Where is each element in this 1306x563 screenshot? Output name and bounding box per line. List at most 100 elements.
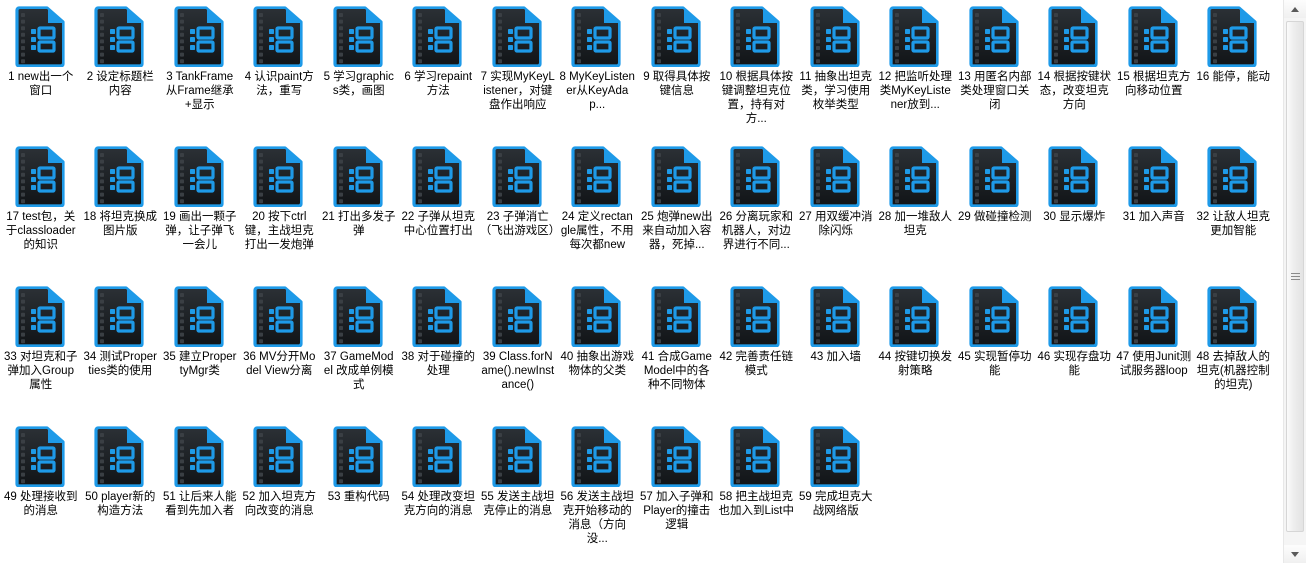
file-item[interactable]: 35 建立PropertyMgr类 xyxy=(160,280,240,420)
file-item[interactable]: 40 抽象出游戏物体的父类 xyxy=(558,280,638,420)
video-file-icon xyxy=(651,285,703,347)
file-item[interactable]: 48 去掉敌人的坦克(机器控制的坦克) xyxy=(1194,280,1274,420)
video-file-icon xyxy=(1048,285,1100,347)
file-item[interactable]: 23 子弹消亡（飞出游戏区） xyxy=(478,140,558,280)
file-name-label: 48 去掉敌人的坦克(机器控制的坦克) xyxy=(1196,351,1271,391)
file-item[interactable]: 17 test包，关于classloader的知识 xyxy=(1,140,81,280)
file-item[interactable]: 46 实现存盘功能 xyxy=(1035,280,1115,420)
file-item[interactable]: 47 使用Junit测试服务器loop xyxy=(1114,280,1194,420)
file-item[interactable]: 10 根据具体按键调整坦克位置，持有对方... xyxy=(717,0,797,140)
file-item[interactable]: 31 加入声音 xyxy=(1114,140,1194,280)
video-file-icon xyxy=(333,145,385,207)
video-file-icon xyxy=(492,425,544,487)
file-item[interactable]: 21 打出多发子弹 xyxy=(319,140,399,280)
file-item[interactable]: 32 让敌人坦克更加智能 xyxy=(1194,140,1274,280)
file-item[interactable]: 56 发送主战坦克开始移动的消息（方向没... xyxy=(558,420,638,560)
file-item[interactable]: 5 学习graphics类，画图 xyxy=(319,0,399,140)
file-item[interactable]: 6 学习repaint方法 xyxy=(399,0,479,140)
file-item[interactable]: 26 分离玩家和机器人，对边界进行不同... xyxy=(717,140,797,280)
file-item[interactable]: 8 MyKeyListener从KeyAdap... xyxy=(558,0,638,140)
file-name-label: 39 Class.forName().newInstance() xyxy=(481,351,555,391)
scroll-down-button[interactable] xyxy=(1284,545,1306,563)
file-item[interactable]: 57 加入子弹和Player的撞击逻辑 xyxy=(637,420,717,560)
video-file-icon xyxy=(492,145,544,207)
file-item[interactable]: 22 子弹从坦克中心位置打出 xyxy=(399,140,479,280)
file-item[interactable]: 15 根据坦克方向移动位置 xyxy=(1114,0,1194,140)
file-item[interactable]: 30 显示爆炸 xyxy=(1035,140,1115,280)
video-file-icon xyxy=(810,425,862,487)
file-item[interactable]: 12 把监听处理类MyKeyListener放到... xyxy=(876,0,956,140)
video-file-icon xyxy=(253,5,305,67)
file-item[interactable]: 58 把主战坦克也加入到List中 xyxy=(717,420,797,560)
file-name-label: 2 设定标题栏内容 xyxy=(86,71,154,97)
video-file-icon xyxy=(253,425,305,487)
file-name-label: 25 炮弹new出来自动加入容器，死掉... xyxy=(640,211,713,251)
file-item[interactable]: 55 发送主战坦克停止的消息 xyxy=(478,420,558,560)
file-item[interactable]: 36 MV分开Model View分离 xyxy=(240,280,320,420)
file-item[interactable]: 4 认识paint方法，重写 xyxy=(240,0,320,140)
file-item[interactable]: 49 处理接收到的消息 xyxy=(1,420,81,560)
vertical-scrollbar[interactable] xyxy=(1283,0,1306,563)
file-name-label: 36 MV分开Model View分离 xyxy=(243,351,316,377)
video-file-icon xyxy=(810,145,862,207)
file-item[interactable]: 39 Class.forName().newInstance() xyxy=(478,280,558,420)
file-item[interactable]: 37 GameModel 改成单例模式 xyxy=(319,280,399,420)
file-icon-grid[interactable]: 1 new出一个窗口 2 设定标题栏内容 3 TankFrame从Frame继承+显… xyxy=(0,0,1283,563)
file-item[interactable]: 50 player新的构造方法 xyxy=(81,420,161,560)
file-item[interactable]: 2 设定标题栏内容 xyxy=(81,0,161,140)
file-item[interactable]: 7 实现MyKeyListener，对键盘作出响应 xyxy=(478,0,558,140)
video-file-icon xyxy=(15,5,67,67)
file-item[interactable]: 11 抽象出坦克类，学习使用枚举类型 xyxy=(796,0,876,140)
video-file-icon xyxy=(730,425,782,487)
file-name-label: 49 处理接收到的消息 xyxy=(4,491,78,517)
file-item[interactable]: 19 画出一颗子弹，让子弹飞一会儿 xyxy=(160,140,240,280)
video-file-icon xyxy=(730,145,782,207)
file-name-label: 46 实现存盘功能 xyxy=(1037,351,1112,377)
scrollbar-track[interactable] xyxy=(1284,18,1306,545)
video-file-icon xyxy=(571,425,623,487)
file-explorer-window: 1 new出一个窗口 2 设定标题栏内容 3 TankFrame从Frame继承+显… xyxy=(0,0,1306,563)
file-item[interactable]: 13 用匿名内部类处理窗口关闭 xyxy=(955,0,1035,140)
file-item[interactable]: 53 重构代码 xyxy=(319,420,399,560)
file-item[interactable]: 14 根据按键状态，改变坦克方向 xyxy=(1035,0,1115,140)
file-item[interactable]: 44 按键切换发射策略 xyxy=(876,280,956,420)
video-file-icon xyxy=(969,285,1021,347)
file-item[interactable]: 33 对坦克和子弹加入Group属性 xyxy=(1,280,81,420)
file-item[interactable]: 28 加一堆敌人坦克 xyxy=(876,140,956,280)
video-file-icon xyxy=(810,285,862,347)
file-item[interactable]: 59 完成坦克大战网络版 xyxy=(796,420,876,560)
file-item[interactable]: 41 合成GameModel中的各种不同物体 xyxy=(637,280,717,420)
file-item[interactable]: 43 加入墙 xyxy=(796,280,876,420)
file-item[interactable]: 45 实现暂停功能 xyxy=(955,280,1035,420)
file-item[interactable]: 18 将坦克换成图片版 xyxy=(81,140,161,280)
scroll-up-button[interactable] xyxy=(1284,0,1306,18)
file-item[interactable]: 20 按下ctrl键，主战坦克打出一发炮弹 xyxy=(240,140,320,280)
file-item[interactable]: 34 测试Properties类的使用 xyxy=(81,280,161,420)
video-file-icon xyxy=(730,5,782,67)
file-item[interactable]: 16 能停，能动 xyxy=(1194,0,1274,140)
file-item[interactable]: 24 定义rectangle属性，不用每次都new xyxy=(558,140,638,280)
file-item[interactable]: 51 让后来人能看到先加入者 xyxy=(160,420,240,560)
file-item[interactable]: 52 加入坦克方向改变的消息 xyxy=(240,420,320,560)
file-item[interactable]: 42 完善责任链模式 xyxy=(717,280,797,420)
video-file-icon xyxy=(412,145,464,207)
file-item[interactable]: 3 TankFrame从Frame继承+显示 xyxy=(160,0,240,140)
file-item[interactable]: 38 对于碰撞的处理 xyxy=(399,280,479,420)
file-name-label: 54 处理改变坦克方向的消息 xyxy=(401,491,476,517)
file-name-label: 14 根据按键状态，改变坦克方向 xyxy=(1037,71,1112,111)
file-item[interactable]: 1 new出一个窗口 xyxy=(1,0,81,140)
video-file-icon xyxy=(333,285,385,347)
file-item[interactable]: 54 处理改变坦克方向的消息 xyxy=(399,420,479,560)
video-file-icon xyxy=(333,425,385,487)
file-name-label: 18 将坦克换成图片版 xyxy=(83,211,158,237)
file-item[interactable]: 25 炮弹new出来自动加入容器，死掉... xyxy=(637,140,717,280)
chevron-up-icon xyxy=(1291,6,1299,12)
video-file-icon xyxy=(889,5,941,67)
file-name-label: 4 认识paint方法，重写 xyxy=(244,71,314,97)
scrollbar-thumb[interactable] xyxy=(1286,21,1304,532)
file-name-label: 7 实现MyKeyListener，对键盘作出响应 xyxy=(480,71,555,111)
file-item[interactable]: 9 取得具体按键信息 xyxy=(637,0,717,140)
file-item[interactable]: 29 做碰撞检测 xyxy=(955,140,1035,280)
video-file-icon xyxy=(94,145,146,207)
file-item[interactable]: 27 用双缓冲消除闪烁 xyxy=(796,140,876,280)
